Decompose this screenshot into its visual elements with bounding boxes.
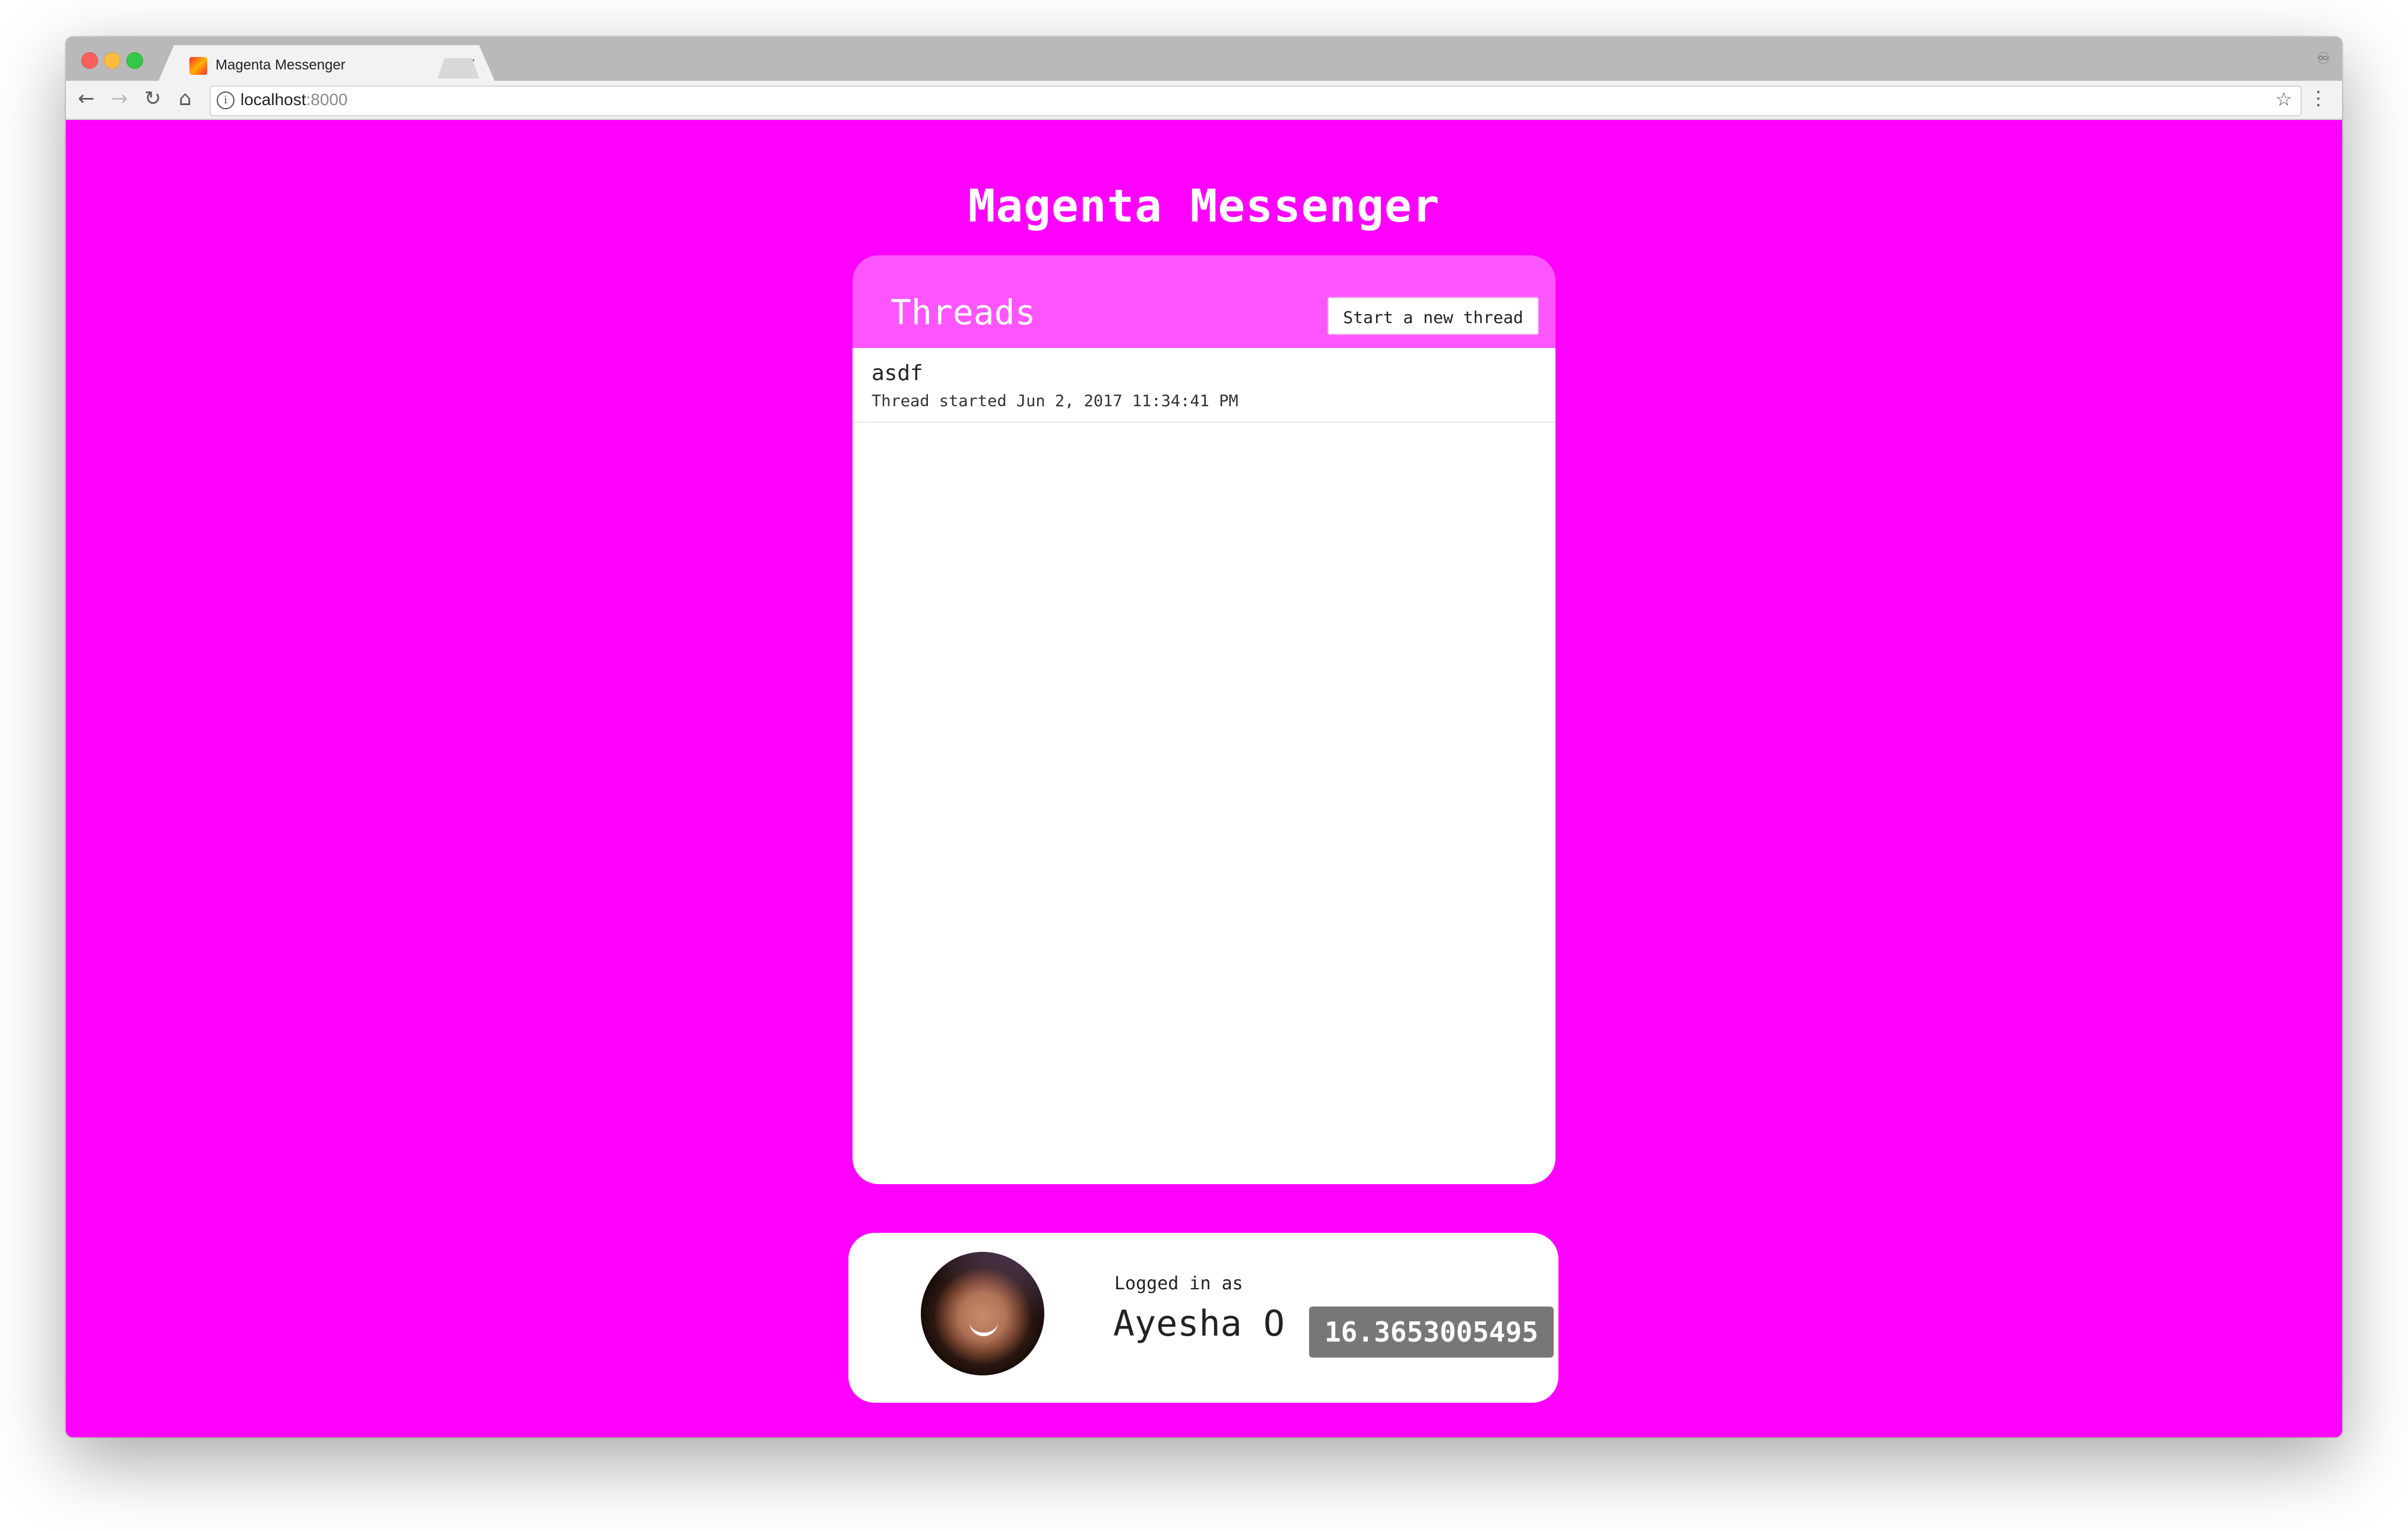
minimize-window-icon[interactable] [104, 52, 121, 69]
info-icon[interactable]: i [217, 91, 235, 109]
start-new-thread-button[interactable]: Start a new thread [1327, 297, 1539, 335]
avatar-highlight [921, 1252, 1044, 1375]
tab-title: Magenta Messenger [216, 57, 346, 73]
browser-toolbar: ← → ↻ ⌂ i localhost:8000 ☆ ⋮ [66, 81, 2342, 120]
close-window-icon[interactable] [81, 52, 98, 69]
threads-heading: Threads [891, 292, 1036, 333]
url-port: :8000 [306, 90, 348, 109]
back-icon[interactable]: ← [78, 87, 95, 110]
star-icon[interactable]: ☆ [2275, 88, 2292, 110]
profile-icon[interactable]: ♾ [2317, 50, 2330, 68]
home-icon[interactable]: ⌂ [179, 87, 192, 110]
avatar [921, 1252, 1044, 1375]
new-tab-button[interactable] [438, 58, 479, 78]
maximize-window-icon[interactable] [126, 52, 143, 69]
user-name: Ayesha O [1113, 1303, 1285, 1345]
threads-header: Threads Start a new thread [853, 255, 1555, 348]
menu-icon[interactable]: ⋮ [2309, 87, 2328, 109]
url-host: localhost [240, 90, 306, 109]
page-content: Magenta Messenger Threads Start a new th… [66, 120, 2342, 1437]
address-bar[interactable]: i localhost:8000 ☆ [210, 86, 2302, 116]
page-title: Magenta Messenger [968, 179, 1440, 232]
logged-in-label: Logged in as [1114, 1273, 1243, 1294]
threads-panel: Threads Start a new thread asdf Thread s… [853, 255, 1555, 1184]
score-badge: 16.3653005495 [1309, 1307, 1554, 1358]
forward-icon[interactable]: → [111, 87, 128, 110]
thread-meta: Thread started Jun 2, 2017 11:34:41 PM [872, 392, 1238, 410]
thread-name: asdf [872, 361, 923, 385]
browser-window: Magenta Messenger × ♾ ← → ↻ ⌂ i localhos… [66, 37, 2342, 1437]
list-item[interactable]: asdf Thread started Jun 2, 2017 11:34:41… [853, 348, 1555, 423]
favicon-icon [189, 57, 207, 75]
user-panel: Logged in as Ayesha O 16.3653005495 [848, 1233, 1558, 1403]
title-bar: Magenta Messenger × ♾ [66, 37, 2342, 81]
reload-icon[interactable]: ↻ [144, 87, 161, 110]
url-text: localhost:8000 [240, 90, 348, 109]
